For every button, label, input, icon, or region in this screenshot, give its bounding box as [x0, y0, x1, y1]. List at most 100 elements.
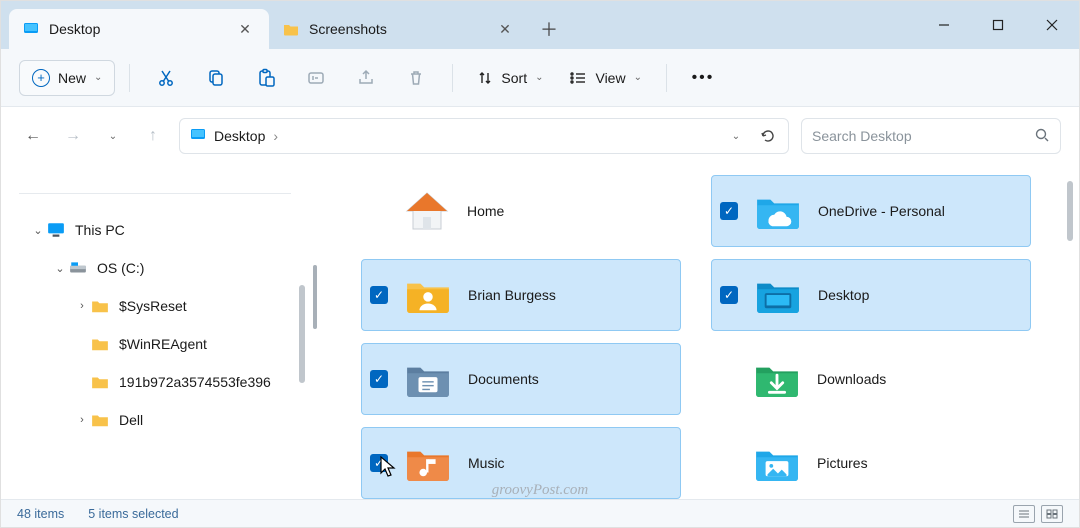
file-label: Pictures [817, 455, 868, 471]
tree-label: $WinREAgent [119, 336, 207, 352]
minimize-button[interactable] [917, 5, 971, 45]
recent-button[interactable]: ⌄ [99, 118, 127, 154]
chevron-right-icon[interactable]: › [73, 414, 91, 426]
paste-button[interactable] [244, 58, 288, 98]
tab-screenshots[interactable]: Screenshots ✕ [269, 9, 529, 49]
view-large-icons-button[interactable] [1041, 505, 1063, 523]
onedrive-icon [752, 185, 804, 237]
chevron-down-icon: ⌄ [94, 72, 102, 83]
folder-icon [91, 335, 109, 353]
checkbox[interactable]: ✓ [370, 370, 388, 388]
rename-button[interactable] [294, 58, 338, 98]
share-button[interactable] [344, 58, 388, 98]
file-item-documents[interactable]: ✓ Documents [361, 343, 681, 415]
close-icon[interactable]: ✕ [495, 19, 515, 39]
status-items-count: 48 items [17, 507, 64, 521]
checkbox[interactable]: ✓ [370, 454, 388, 472]
nav-row: ← → ⌄ ↑ Desktop › ⌄ Search Desktop [1, 107, 1079, 165]
new-button[interactable]: + New ⌄ [19, 60, 115, 96]
body: ⌄ This PC ⌄ OS (C:) › $SysReset $WinREAg… [1, 165, 1079, 499]
tree-label: $SysReset [119, 298, 187, 314]
address-bar[interactable]: Desktop › ⌄ [179, 118, 789, 154]
file-item-desktop-folder[interactable]: ✓ Desktop [711, 259, 1031, 331]
new-tab-button[interactable]: ＋ [529, 9, 569, 49]
status-bar: 48 items 5 items selected [1, 499, 1079, 527]
status-view-toggles [1013, 505, 1063, 523]
file-item-user[interactable]: ✓ Brian Burgess [361, 259, 681, 331]
downloads-icon [751, 353, 803, 405]
address-dropdown-button[interactable]: ⌄ [722, 122, 750, 150]
folder-icon [91, 373, 109, 391]
new-label: New [58, 70, 86, 86]
toolbar: + New ⌄ Sort ⌄ View ⌄ ••• [1, 49, 1079, 107]
tree-label: This PC [75, 222, 125, 238]
tree-child[interactable]: › $SysReset [11, 288, 299, 324]
sort-button[interactable]: Sort ⌄ [467, 60, 553, 96]
sort-icon [477, 70, 493, 86]
tree-child[interactable]: 191b972a3574553fe396 [11, 364, 299, 400]
user-folder-icon [402, 269, 454, 321]
delete-button[interactable] [394, 58, 438, 98]
tab-strip: Desktop ✕ Screenshots ✕ ＋ [1, 1, 1079, 49]
checkbox[interactable]: ✓ [720, 286, 738, 304]
view-icon [569, 70, 587, 86]
refresh-button[interactable] [754, 122, 782, 150]
file-label: Music [468, 455, 505, 471]
desktop-icon [190, 127, 206, 146]
chevron-down-icon[interactable]: ⌄ [51, 262, 69, 275]
search-icon [1034, 127, 1050, 146]
search-placeholder: Search Desktop [812, 128, 912, 144]
scrollbar-thumb[interactable] [1067, 181, 1073, 241]
file-label: Desktop [818, 287, 869, 303]
plus-circle-icon: + [32, 69, 50, 87]
file-label: Documents [468, 371, 539, 387]
sidebar: ⌄ This PC ⌄ OS (C:) › $SysReset $WinREAg… [1, 165, 309, 499]
copy-button[interactable] [194, 58, 238, 98]
chevron-down-icon: ⌄ [634, 72, 642, 83]
pc-icon [47, 221, 65, 239]
tab-desktop[interactable]: Desktop ✕ [9, 9, 269, 49]
maximize-button[interactable] [971, 5, 1025, 45]
splitter[interactable] [309, 165, 321, 499]
file-item-onedrive[interactable]: ✓ OneDrive - Personal [711, 175, 1031, 247]
chevron-right-icon[interactable]: › [73, 300, 91, 312]
file-label: Home [467, 203, 504, 219]
cut-button[interactable] [144, 58, 188, 98]
up-button[interactable]: ↑ [139, 118, 167, 154]
chevron-right-icon: › [273, 128, 278, 144]
file-item-downloads[interactable]: ✓ Downloads [711, 343, 1031, 415]
tree-this-pc[interactable]: ⌄ This PC [11, 212, 299, 248]
tree-child[interactable]: $WinREAgent [11, 326, 299, 362]
chevron-down-icon: ⌄ [535, 72, 543, 83]
back-button[interactable]: ← [19, 118, 47, 154]
tree-label: 191b972a3574553fe396 [119, 374, 271, 390]
checkbox[interactable]: ✓ [370, 286, 388, 304]
folder-icon [91, 297, 109, 315]
file-item-music[interactable]: ✓ Music [361, 427, 681, 499]
view-button[interactable]: View ⌄ [559, 60, 651, 96]
desktop-icon [23, 21, 39, 37]
home-icon [401, 185, 453, 237]
tree-label: OS (C:) [97, 260, 144, 276]
content-area: ✓ Home ✓ Brian Burgess ✓ [321, 165, 1079, 499]
more-button[interactable]: ••• [681, 58, 725, 98]
file-item-home[interactable]: ✓ Home [361, 175, 681, 247]
file-item-pictures[interactable]: ✓ Pictures [711, 427, 1031, 499]
file-label: Downloads [817, 371, 886, 387]
tree-drive[interactable]: ⌄ OS (C:) [11, 250, 299, 286]
breadcrumb[interactable]: Desktop [214, 128, 265, 144]
close-icon[interactable]: ✕ [235, 19, 255, 39]
forward-button[interactable]: → [59, 118, 87, 154]
search-input[interactable]: Search Desktop [801, 118, 1061, 154]
scrollbar-thumb[interactable] [299, 285, 305, 383]
view-label: View [595, 70, 625, 86]
window-controls [917, 1, 1079, 49]
tree-child[interactable]: › Dell [11, 402, 299, 438]
checkbox[interactable]: ✓ [720, 202, 738, 220]
close-window-button[interactable] [1025, 5, 1079, 45]
chevron-down-icon[interactable]: ⌄ [29, 224, 47, 237]
desktop-folder-icon [752, 269, 804, 321]
tree-label: Dell [119, 412, 143, 428]
music-icon [402, 437, 454, 489]
view-details-button[interactable] [1013, 505, 1035, 523]
